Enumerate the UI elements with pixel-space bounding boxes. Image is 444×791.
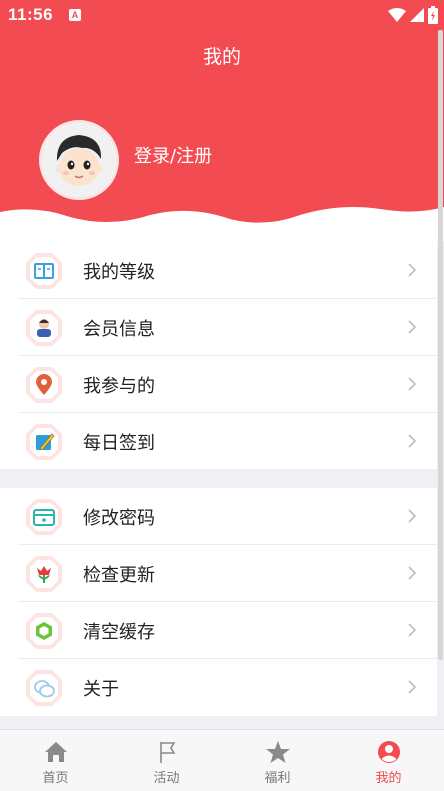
menu-item-level[interactable]: 我的等级: [0, 242, 437, 299]
tab-label: 我的: [375, 771, 402, 786]
tab-label: 福利: [264, 771, 291, 786]
menu-item-label: 检查更新: [83, 565, 155, 586]
menu-item-label: 我参与的: [83, 376, 155, 397]
chevron-right-icon: [408, 263, 417, 277]
location-pin-icon: [26, 367, 62, 403]
profile-header: 11:56 A 我的 登录/注册: [0, 0, 444, 242]
checkin-pencil-icon: [26, 424, 62, 460]
tab-activity[interactable]: 活动: [111, 730, 222, 791]
status-bar: 11:56 A: [0, 0, 444, 30]
signal-icon: [410, 8, 424, 22]
bottom-tab-bar: 首页 活动 福利 我的: [0, 729, 444, 791]
menu-item-checkin[interactable]: 每日签到: [0, 413, 437, 470]
status-time: 11:56: [8, 5, 54, 24]
battery-icon: [428, 6, 438, 24]
menu-item-label: 清空缓存: [83, 622, 155, 643]
chevron-right-icon: [408, 680, 417, 694]
chevron-right-icon: [408, 434, 417, 448]
cache-hexagon-icon: [26, 613, 62, 649]
member-person-icon: [26, 310, 62, 346]
about-chat-icon: [26, 670, 62, 706]
menu-item-member[interactable]: 会员信息: [0, 299, 437, 356]
menu-item-change-password[interactable]: 修改密码: [0, 488, 437, 545]
chevron-right-icon: [408, 320, 417, 334]
chevron-right-icon: [408, 566, 417, 580]
tab-welfare[interactable]: 福利: [222, 730, 333, 791]
menu-item-check-update[interactable]: 检查更新: [0, 545, 437, 602]
tab-label: 首页: [42, 771, 69, 786]
chevron-right-icon: [408, 377, 417, 391]
chevron-right-icon: [408, 509, 417, 523]
chevron-right-icon: [408, 623, 417, 637]
header-wave-decoration: [0, 207, 444, 242]
tab-mine[interactable]: 我的: [333, 730, 444, 791]
menu-item-clear-cache[interactable]: 清空缓存: [0, 602, 437, 659]
user-icon: [377, 741, 400, 763]
menu-item-label: 每日签到: [83, 433, 155, 454]
password-card-icon: [26, 499, 62, 535]
menu-item-participated[interactable]: 我参与的: [0, 356, 437, 413]
login-register-link[interactable]: 登录/注册: [134, 142, 212, 168]
menu-group-settings: 修改密码 检查更新 清空缓存 关于: [0, 488, 437, 716]
star-icon: [265, 741, 290, 763]
menu-group-account: 我的等级 会员信息 我参与的 每日签到: [0, 242, 437, 469]
menu-item-label: 会员信息: [83, 319, 155, 340]
page-title: 我的: [202, 46, 241, 68]
tab-home[interactable]: 首页: [0, 730, 111, 791]
level-book-icon: [26, 253, 62, 289]
flag-icon: [159, 742, 175, 763]
notification-a-icon: A: [69, 9, 81, 21]
tab-label: 活动: [153, 771, 180, 786]
menu-item-label: 修改密码: [83, 508, 155, 529]
avatar[interactable]: [39, 120, 119, 200]
update-flower-icon: [26, 556, 62, 592]
scrollbar[interactable]: [438, 30, 443, 660]
cartoon-boy-icon: [42, 123, 116, 197]
home-icon: [44, 742, 67, 762]
menu-item-label: 我的等级: [83, 262, 155, 283]
menu-item-label: 关于: [83, 679, 119, 700]
wifi-icon: [388, 8, 406, 22]
menu-item-about[interactable]: 关于: [0, 659, 437, 716]
